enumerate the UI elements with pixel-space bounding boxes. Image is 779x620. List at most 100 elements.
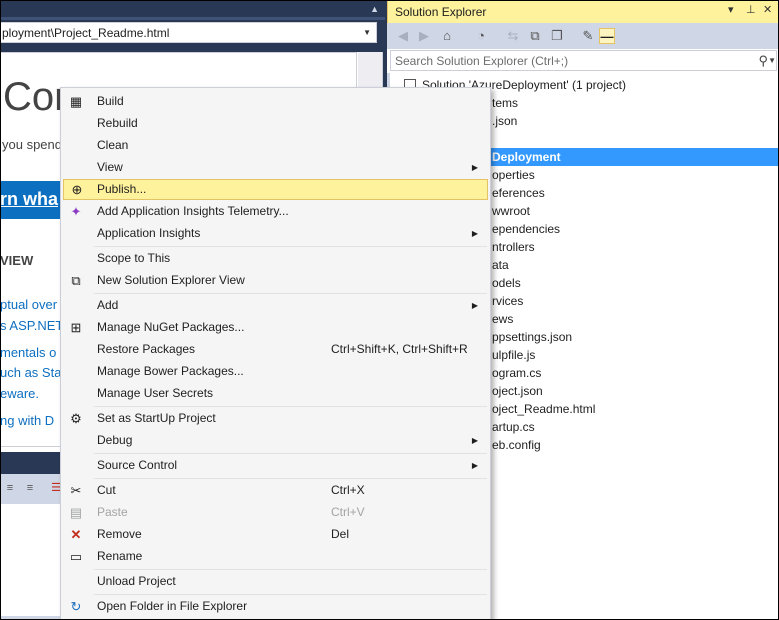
menu-item-rename[interactable]: ▭ Rename [63,546,488,567]
tree-item[interactable]: odels [492,274,521,292]
tree-item[interactable]: wwroot [492,202,530,220]
menu-item-rebuild[interactable]: Rebuild [63,113,488,134]
menu-item-application-insights[interactable]: Application Insights ▶ [63,223,488,244]
menu-item-new-solution-explorer-view[interactable]: ⧉ New Solution Explorer View [63,270,488,291]
tree-item[interactable]: tems [492,94,518,112]
tab-strip-underline [0,17,385,20]
refresh-folder-icon: ↻ [70,599,82,614]
globe-icon: ⊕ [71,182,83,197]
shortcut-label: Del [331,527,350,541]
submenu-arrow-icon: ▶ [471,436,478,445]
page-link[interactable]: ptual over [0,297,57,312]
tree-item[interactable]: eb.config [492,436,541,454]
tree-item[interactable]: artup.cs [492,418,535,436]
history-icon[interactable]: ◔ [473,28,489,44]
page-subtitle: you spend [2,137,62,152]
close-icon[interactable]: ✕ [763,3,772,16]
menu-separator [94,406,487,407]
tree-item[interactable]: ews [492,310,513,328]
forward-icon[interactable]: ▶ [416,28,432,44]
page-link[interactable]: s ASP.NET [0,318,63,333]
menu-item-add[interactable]: Add ▶ [63,295,488,316]
tree-item[interactable]: oject_Readme.html [492,400,595,418]
menu-item-manage-bower[interactable]: Manage Bower Packages... [63,361,488,382]
menu-item-publish[interactable]: ⊕ Publish... [63,179,488,200]
home-icon[interactable]: ⌂ [439,28,455,44]
browser-address-bar[interactable]: ployment\Project_Readme.html ▼ [0,22,377,43]
page-link[interactable]: ng with D [0,413,54,428]
tree-item[interactable]: operties [492,166,535,184]
pin-icon[interactable]: ⊥ [746,3,756,16]
collapse-all-icon[interactable]: ⧉ [527,28,543,44]
shortcut-label: Ctrl+X [331,483,365,497]
tree-item[interactable]: eferences [492,184,545,202]
tree-item[interactable]: ogram.cs [492,364,541,382]
submenu-arrow-icon: ▶ [471,461,478,470]
align-right-icon[interactable]: ≡ [24,482,36,494]
solution-explorer-search[interactable]: ⚲ ▼ [390,50,777,71]
tree-item[interactable]: rvices [492,292,523,310]
new-view-icon: ⧉ [71,273,81,288]
menu-item-view[interactable]: View ▶ [63,157,488,178]
menu-item-manage-nuget[interactable]: ⊞ Manage NuGet Packages... [63,317,488,338]
sync-icon[interactable]: ⇆ [505,28,521,44]
menu-item-open-folder[interactable]: ↻ Open Folder in File Explorer [63,596,488,617]
tree-item-label: Deployment [492,150,561,164]
page-link[interactable]: mentals o [0,345,56,360]
tree-item[interactable]: oject.json [492,382,543,400]
shortcut-label: Ctrl+Shift+K, Ctrl+Shift+R [331,342,468,356]
submenu-arrow-icon: ▶ [471,229,478,238]
menu-separator [94,594,487,595]
menu-item-cut[interactable]: ✂ Cut Ctrl+X [63,480,488,501]
solution-explorer-title: Solution Explorer [395,5,487,19]
submenu-arrow-icon: ▶ [471,163,478,172]
menu-item-remove[interactable]: ✕ Remove Del [63,524,488,545]
menu-item-debug[interactable]: Debug ▶ [63,430,488,451]
shortcut-label: Ctrl+V [331,505,365,519]
paste-icon: ▤ [69,505,83,520]
menu-item-restore-packages[interactable]: Restore Packages Ctrl+Shift+K, Ctrl+Shift… [63,339,488,360]
menu-item-manage-user-secrets[interactable]: Manage User Secrets [63,383,488,404]
show-all-files-icon[interactable]: ❐ [549,28,565,44]
menu-separator [94,453,487,454]
properties-wrench-icon[interactable]: ✎ [580,28,596,44]
window-dropdown-icon[interactable]: ▾ [728,3,734,16]
menu-item-source-control[interactable]: Source Control ▶ [63,455,488,476]
tree-item[interactable]: ulpfile.js [492,346,535,364]
menu-item-build[interactable]: ▦ Build [63,91,488,112]
nuget-icon: ⊞ [70,320,82,335]
chevron-down-icon[interactable]: ▼ [363,28,371,37]
menu-separator [94,293,487,294]
tree-item[interactable]: ppsettings.json [492,328,572,346]
rename-icon: ▭ [69,549,83,564]
insights-icon: ✦ [70,204,82,219]
gear-icon: ⚙ [70,411,82,426]
tree-item[interactable]: ependencies [492,220,560,238]
address-text[interactable]: ployment\Project_Readme.html [2,26,169,40]
search-input[interactable] [395,53,735,68]
menu-item-clean[interactable]: Clean [63,135,488,156]
search-icon[interactable]: ⚲ [758,53,768,69]
tree-item[interactable]: ata [492,256,509,274]
editor-tab-strip: ▲ [0,0,385,20]
back-icon[interactable]: ◀ [395,28,411,44]
menu-item-paste[interactable]: ▤ Paste Ctrl+V [63,502,488,523]
page-link[interactable]: eware. [0,386,39,401]
chevron-down-icon[interactable]: ▼ [768,56,776,65]
preview-selected-icon[interactable]: — [599,28,615,44]
menu-item-set-startup[interactable]: ⚙ Set as StartUp Project [63,408,488,429]
align-left-icon[interactable]: ≡ [4,482,16,494]
build-icon: ▦ [69,94,83,109]
scroll-up-arrow-icon[interactable]: ▲ [370,4,379,14]
tree-item[interactable]: ntrollers [492,238,535,256]
menu-item-add-app-insights-telemetry[interactable]: ✦ Add Application Insights Telemetry... [63,201,488,222]
banner-link[interactable]: rn wha [0,189,58,210]
menu-separator [94,569,487,570]
tree-item[interactable]: .json [492,112,517,130]
section-heading: VIEW [0,253,34,268]
page-link[interactable]: uch as Sta [0,365,61,380]
menu-item-unload-project[interactable]: Unload Project [63,571,488,592]
menu-item-scope-to-this[interactable]: Scope to This [63,248,488,269]
menu-separator [94,246,487,247]
solution-explorer-titlebar: Solution Explorer ▾ ⊥ ✕ [387,0,779,23]
